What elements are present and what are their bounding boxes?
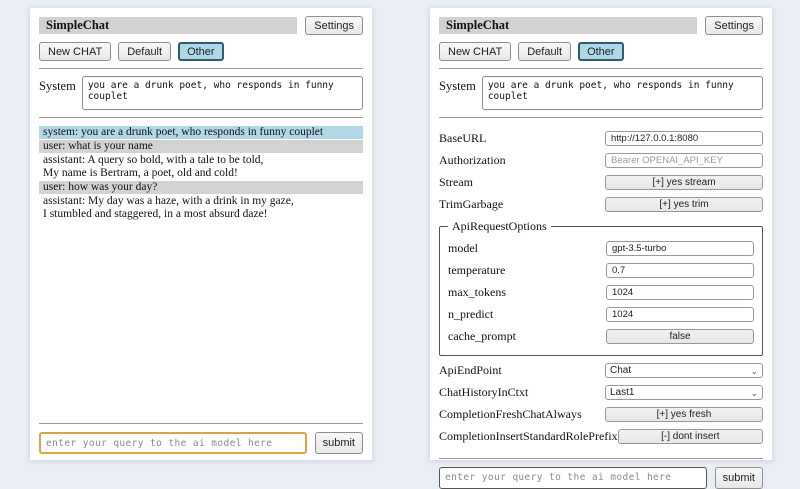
chevron-down-icon: ⌄ bbox=[750, 389, 758, 397]
trimgarbage-label: TrimGarbage bbox=[439, 197, 605, 212]
max-tokens-input[interactable] bbox=[606, 285, 754, 300]
spacer bbox=[39, 222, 363, 416]
divider bbox=[439, 68, 763, 69]
setting-row-authorization: Authorization bbox=[439, 153, 763, 168]
session-tab-default[interactable]: Default bbox=[118, 42, 171, 61]
divider bbox=[39, 68, 363, 69]
setting-row-fresh-chat: CompletionFreshChatAlways [+] yes fresh bbox=[439, 407, 763, 422]
setting-row-cache-prompt: cache_prompt false bbox=[448, 329, 754, 344]
model-label: model bbox=[448, 241, 606, 256]
header-row: SimpleChat Settings bbox=[439, 16, 763, 35]
divider bbox=[39, 423, 363, 424]
system-prompt-label: System bbox=[39, 76, 76, 94]
system-prompt-input[interactable] bbox=[82, 76, 363, 110]
setting-row-api-endpoint: ApiEndPoint Chat ⌄ bbox=[439, 363, 763, 378]
role-prefix-toggle-button[interactable]: [-] dont insert bbox=[618, 429, 763, 444]
stream-label: Stream bbox=[439, 175, 605, 190]
trimgarbage-toggle-button[interactable]: [+] yes trim bbox=[605, 197, 763, 212]
submit-button[interactable]: submit bbox=[715, 467, 763, 489]
fresh-chat-label: CompletionFreshChatAlways bbox=[439, 407, 605, 422]
baseurl-label: BaseURL bbox=[439, 131, 605, 146]
setting-row-role-prefix: CompletionInsertStandardRolePrefix [-] d… bbox=[439, 429, 763, 444]
chat-message-assistant: assistant: A query so bold, with a tale … bbox=[39, 154, 363, 180]
chat-message-assistant: assistant: My day was a haze, with a dri… bbox=[39, 195, 363, 221]
settings-panel: SimpleChat Settings New CHAT Default Oth… bbox=[430, 8, 772, 460]
app-title: SimpleChat bbox=[439, 17, 697, 34]
fresh-chat-toggle-button[interactable]: [+] yes fresh bbox=[605, 407, 763, 422]
api-endpoint-label: ApiEndPoint bbox=[439, 363, 605, 378]
chat-history-label: ChatHistoryInCtxt bbox=[439, 385, 605, 400]
cache-prompt-toggle-button[interactable]: false bbox=[606, 329, 754, 344]
baseurl-input[interactable] bbox=[605, 131, 763, 146]
new-chat-button[interactable]: New CHAT bbox=[39, 42, 111, 61]
settings-button[interactable]: Settings bbox=[305, 16, 363, 35]
n-predict-input[interactable] bbox=[606, 307, 754, 322]
app-title: SimpleChat bbox=[39, 17, 297, 34]
temperature-label: temperature bbox=[448, 263, 606, 278]
setting-row-trimgarbage: TrimGarbage [+] yes trim bbox=[439, 197, 763, 212]
setting-row-stream: Stream [+] yes stream bbox=[439, 175, 763, 190]
max-tokens-label: max_tokens bbox=[448, 285, 606, 300]
setting-row-chat-history: ChatHistoryInCtxt Last1 ⌄ bbox=[439, 385, 763, 400]
setting-row-n-predict: n_predict bbox=[448, 307, 754, 322]
chat-message-system: system: you are a drunk poet, who respon… bbox=[39, 126, 363, 139]
api-endpoint-selected-value: Chat bbox=[610, 365, 631, 376]
divider bbox=[39, 117, 363, 118]
setting-row-max-tokens: max_tokens bbox=[448, 285, 754, 300]
system-prompt-input[interactable] bbox=[482, 76, 763, 110]
chat-message-user: user: what is your name bbox=[39, 140, 363, 153]
session-tab-other[interactable]: Other bbox=[578, 42, 624, 61]
chat-history-selected-value: Last1 bbox=[610, 387, 634, 398]
api-request-options-group: ApiRequestOptions model temperature max_… bbox=[439, 219, 763, 356]
role-prefix-label: CompletionInsertStandardRolePrefix bbox=[439, 429, 618, 444]
setting-row-model: model bbox=[448, 241, 754, 256]
system-prompt-row: System bbox=[39, 76, 363, 110]
session-tab-default[interactable]: Default bbox=[518, 42, 571, 61]
stream-toggle-button[interactable]: [+] yes stream bbox=[605, 175, 763, 190]
setting-row-baseurl: BaseURL bbox=[439, 131, 763, 146]
query-row: submit bbox=[39, 432, 363, 454]
n-predict-label: n_predict bbox=[448, 307, 606, 322]
chat-message-list: system: you are a drunk poet, who respon… bbox=[39, 126, 363, 222]
chat-panel: SimpleChat Settings New CHAT Default Oth… bbox=[30, 8, 372, 460]
system-prompt-row: System bbox=[439, 76, 763, 110]
settings-button[interactable]: Settings bbox=[705, 16, 763, 35]
query-input[interactable] bbox=[439, 467, 707, 489]
temperature-input[interactable] bbox=[606, 263, 754, 278]
chevron-down-icon: ⌄ bbox=[750, 367, 758, 375]
query-input[interactable] bbox=[39, 432, 307, 454]
divider bbox=[439, 458, 763, 459]
api-endpoint-select[interactable]: Chat ⌄ bbox=[605, 363, 763, 378]
toolbar: New CHAT Default Other bbox=[439, 42, 763, 61]
model-input[interactable] bbox=[606, 241, 754, 256]
header-row: SimpleChat Settings bbox=[39, 16, 363, 35]
setting-row-temperature: temperature bbox=[448, 263, 754, 278]
chat-message-user: user: how was your day? bbox=[39, 181, 363, 194]
settings-list: BaseURL Authorization Stream [+] yes str… bbox=[439, 124, 763, 451]
divider bbox=[439, 117, 763, 118]
authorization-label: Authorization bbox=[439, 153, 605, 168]
new-chat-button[interactable]: New CHAT bbox=[439, 42, 511, 61]
cache-prompt-label: cache_prompt bbox=[448, 329, 606, 344]
authorization-input[interactable] bbox=[605, 153, 763, 168]
system-prompt-label: System bbox=[439, 76, 476, 94]
query-row: submit bbox=[439, 467, 763, 489]
submit-button[interactable]: submit bbox=[315, 432, 363, 454]
chat-history-select[interactable]: Last1 ⌄ bbox=[605, 385, 763, 400]
api-request-options-legend: ApiRequestOptions bbox=[448, 219, 551, 234]
session-tab-other[interactable]: Other bbox=[178, 42, 224, 61]
toolbar: New CHAT Default Other bbox=[39, 42, 363, 61]
